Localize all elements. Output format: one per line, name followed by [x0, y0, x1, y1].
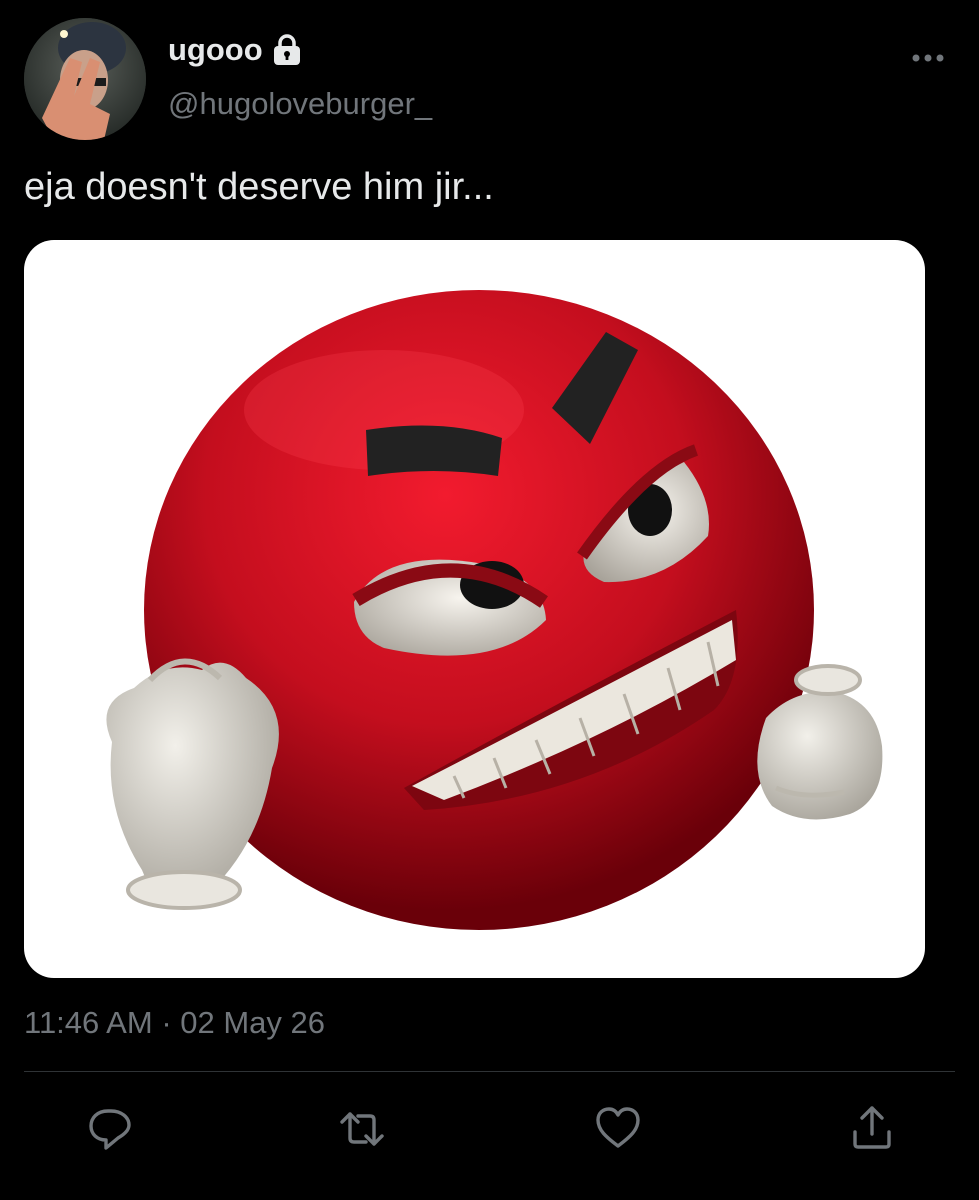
heart-icon	[596, 1107, 640, 1148]
share-icon	[853, 1106, 891, 1149]
timestamp-separator: ·	[161, 1005, 172, 1040]
share-button[interactable]	[846, 1102, 898, 1154]
tweet: ugooo @hugoloveburger_ eja doesn't deser…	[0, 0, 979, 1200]
reply-icon	[89, 1109, 131, 1150]
display-name[interactable]: ugooo	[168, 32, 263, 68]
retweet-button[interactable]	[336, 1102, 388, 1154]
display-name-row: ugooo	[168, 32, 303, 68]
more-icon[interactable]	[908, 46, 948, 70]
like-button[interactable]	[592, 1102, 644, 1154]
action-bar	[0, 1102, 979, 1154]
tweet-date: 02 May 26	[180, 1005, 326, 1040]
tweet-time: 11:46 AM	[24, 1005, 153, 1040]
reply-button[interactable]	[84, 1102, 136, 1154]
timestamp[interactable]: 11:46 AM · 02 May 26	[24, 1004, 325, 1042]
divider	[24, 1071, 955, 1072]
lock-icon	[271, 33, 303, 67]
tweet-text: eja doesn't deserve him jir...	[24, 166, 494, 208]
retweet-icon	[340, 1112, 384, 1146]
avatar[interactable]	[24, 18, 146, 140]
avatar-image	[24, 18, 146, 140]
handle[interactable]: @hugoloveburger_	[168, 86, 432, 122]
tweet-media[interactable]	[24, 240, 925, 978]
angry-red-emoji-image	[106, 290, 883, 930]
